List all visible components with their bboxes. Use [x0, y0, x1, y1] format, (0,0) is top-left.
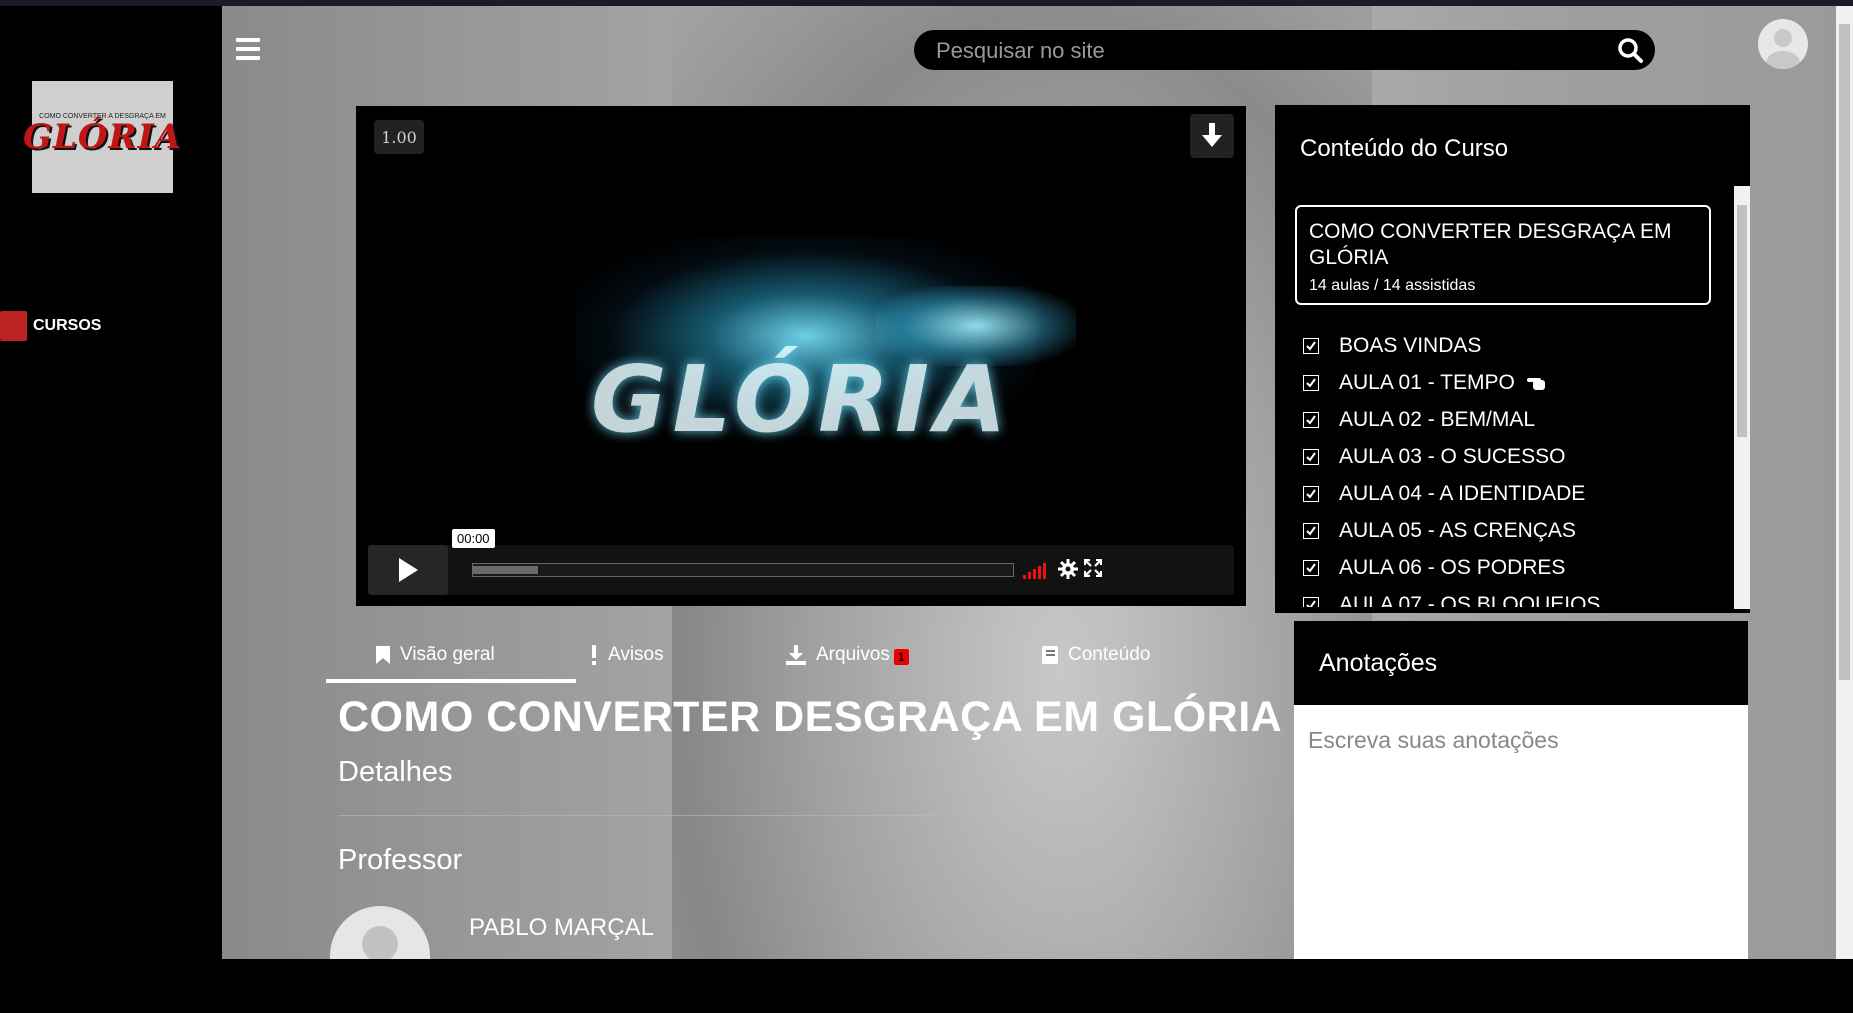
lesson-item[interactable]: AULA 07 - OS BLOQUEIOS [1303, 586, 1723, 607]
bottom-bar [0, 959, 1853, 1013]
play-button[interactable] [368, 545, 448, 595]
tab-arquivos[interactable]: Arquivos 1 [786, 626, 909, 684]
tab-label: Conteúdo [1068, 644, 1151, 665]
course-content-panel: Conteúdo do Curso COMO CONVERTER DESGRAÇ… [1275, 105, 1750, 613]
progress-bar[interactable] [472, 563, 1014, 577]
volume-icon[interactable] [1023, 559, 1046, 579]
lesson-label: AULA 03 - O SUCESSO [1339, 444, 1566, 468]
bookmark-icon [376, 646, 390, 664]
details-heading: Detalhes [338, 756, 453, 788]
notes-textarea[interactable] [1294, 705, 1748, 959]
checked-checkbox-icon[interactable] [1303, 559, 1319, 576]
menu-icon[interactable] [236, 38, 260, 60]
lesson-item[interactable]: BOAS VINDAS [1303, 327, 1723, 364]
page-title: COMO CONVERTER DESGRAÇA EM GLÓRIA [338, 693, 1283, 741]
checked-checkbox-icon[interactable] [1303, 596, 1319, 607]
search-bar [914, 30, 1655, 72]
playback-speed-button[interactable]: 1.00 [374, 120, 424, 154]
lesson-list: BOAS VINDAS AULA 01 - TEMPO AULA 02 - BE… [1303, 327, 1723, 607]
user-avatar[interactable] [1758, 19, 1808, 69]
section-divider [338, 815, 1138, 816]
cursos-thumbnail-icon [0, 311, 27, 341]
course-name: COMO CONVERTER DESGRAÇA EM GLÓRIA [1309, 220, 1672, 269]
lesson-label: AULA 04 - A IDENTIDADE [1339, 481, 1586, 505]
book-icon [1042, 646, 1058, 664]
settings-gear-icon[interactable] [1058, 559, 1078, 579]
checked-checkbox-icon[interactable] [1303, 374, 1319, 391]
lesson-label: BOAS VINDAS [1339, 333, 1482, 357]
search-icon[interactable] [1617, 37, 1643, 63]
tab-label: Arquivos [816, 644, 890, 665]
course-summary-card[interactable]: COMO CONVERTER DESGRAÇA EM GLÓRIA 14 aul… [1295, 205, 1711, 305]
lesson-item[interactable]: AULA 04 - A IDENTIDADE [1303, 475, 1723, 512]
lesson-item[interactable]: AULA 06 - OS PODRES [1303, 549, 1723, 586]
course-progress-text: 14 aulas / 14 assistidas [1309, 277, 1476, 294]
lesson-item-current[interactable]: AULA 01 - TEMPO [1303, 364, 1723, 401]
course-logo[interactable]: COMO CONVERTER A DESGRAÇA EM GLÓRIA [23, 81, 181, 193]
lesson-list-scrollbar-thumb[interactable] [1737, 205, 1747, 437]
checked-checkbox-icon[interactable] [1303, 337, 1319, 354]
search-input[interactable] [934, 30, 1598, 72]
checked-checkbox-icon[interactable] [1303, 522, 1319, 539]
tab-conteudo[interactable]: Conteúdo [1042, 626, 1150, 684]
tab-avisos[interactable]: Avisos [590, 626, 664, 684]
progress-buffered [473, 566, 538, 574]
sidebar-item-cursos[interactable]: CURSOS [0, 309, 101, 343]
sidebar-item-label: CURSOS [33, 317, 102, 334]
tab-label: Avisos [608, 644, 664, 665]
logo-subtitle: COMO CONVERTER A DESGRAÇA EM [39, 113, 166, 120]
user-silhouette-icon [362, 926, 398, 959]
lesson-label: AULA 06 - OS PODRES [1339, 555, 1566, 579]
exclamation-icon [592, 645, 596, 665]
files-count-badge: 1 [893, 649, 909, 665]
checked-checkbox-icon[interactable] [1303, 485, 1319, 502]
professor-heading: Professor [338, 844, 463, 876]
video-frame-title: GLÓRIA [591, 346, 1013, 453]
checked-checkbox-icon[interactable] [1303, 411, 1319, 428]
download-icon [786, 645, 806, 665]
active-tab-indicator [326, 679, 576, 683]
professor-avatar [330, 906, 430, 959]
lesson-item[interactable]: AULA 03 - O SUCESSO [1303, 438, 1723, 475]
tab-label: Visão geral [400, 644, 495, 665]
pointing-hand-icon [1526, 377, 1545, 390]
notes-panel: Anotações [1294, 621, 1748, 959]
checked-checkbox-icon[interactable] [1303, 448, 1319, 465]
logo-text: GLÓRIA [22, 117, 183, 157]
fullscreen-icon[interactable] [1084, 559, 1102, 577]
course-content-title: Conteúdo do Curso [1300, 135, 1509, 162]
video-controls: 00:00 [368, 529, 1234, 595]
lesson-label: AULA 01 - TEMPO [1339, 370, 1515, 394]
video-download-button[interactable] [1190, 114, 1234, 158]
course-tabs: Visão geral Avisos Arquivos 1 Conteúdo [326, 626, 1150, 684]
time-tooltip: 00:00 [452, 529, 495, 548]
user-silhouette-icon [1766, 29, 1800, 69]
main-area: GLÓRIA 1.00 00:00 [222, 6, 1853, 959]
lesson-item[interactable]: AULA 02 - BEM/MAL [1303, 401, 1723, 438]
page-scrollbar-thumb[interactable] [1839, 24, 1850, 680]
professor-name: PABLO MARÇAL [469, 914, 654, 941]
notes-title: Anotações [1294, 621, 1748, 705]
play-icon [399, 558, 418, 582]
lesson-item[interactable]: AULA 05 - AS CRENÇAS [1303, 512, 1723, 549]
lesson-label: AULA 02 - BEM/MAL [1339, 407, 1536, 431]
lesson-label: AULA 05 - AS CRENÇAS [1339, 518, 1576, 542]
download-arrow-icon [1202, 123, 1222, 147]
lesson-label: AULA 07 - OS BLOQUEIOS [1339, 592, 1601, 608]
tab-visao-geral[interactable]: Visão geral [376, 626, 495, 684]
sidebar: COMO CONVERTER A DESGRAÇA EM GLÓRIA CURS… [0, 6, 222, 959]
video-player[interactable]: GLÓRIA 1.00 00:00 [356, 106, 1246, 606]
